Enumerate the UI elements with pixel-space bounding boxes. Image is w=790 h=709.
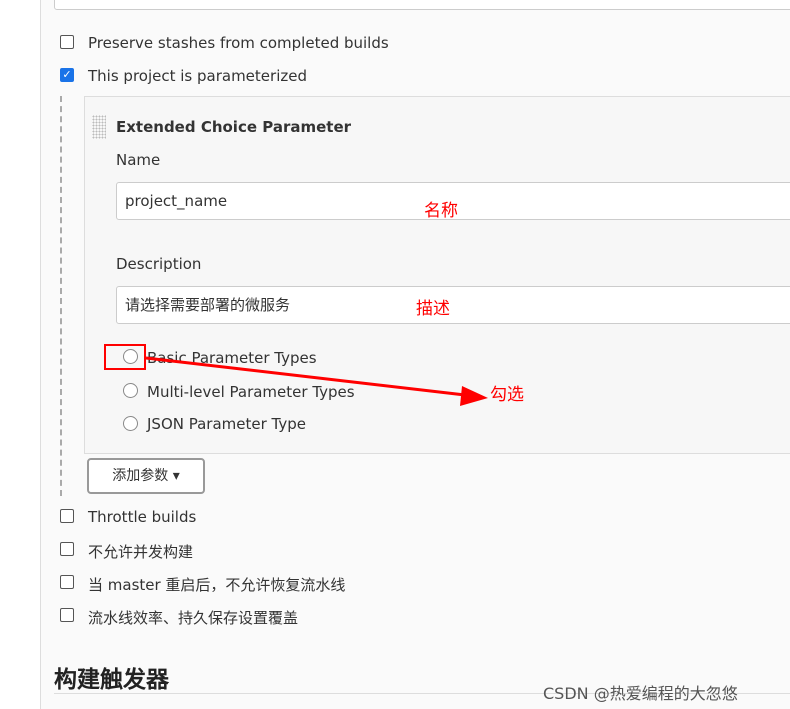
radio-multilevel[interactable] [123,383,138,398]
annotation-arrow-icon [145,356,488,406]
description-input[interactable]: 请选择需要部署的微服务 [116,286,790,324]
radio-json-label: JSON Parameter Type [147,415,307,433]
annotation-select: 勾选 [490,385,524,405]
radio-json[interactable] [123,416,138,431]
drag-handle-icon[interactable] [92,115,106,139]
section-title: 构建触发器 [54,667,169,693]
dashed-guide [60,96,62,496]
name-label: Name [116,151,161,169]
parameter-title: Extended Choice Parameter [116,118,352,136]
no-concurrent-checkbox[interactable] [60,542,74,556]
parameterized-checkbox[interactable]: ✓ [60,68,74,82]
throttle-checkbox[interactable] [60,509,74,523]
description-label: Description [116,255,202,273]
top-input-bottom [54,0,790,10]
annotation-description: 描述 [416,299,450,319]
preserve-stashes-checkbox[interactable] [60,35,74,49]
add-parameter-label: 添加参数 [112,468,169,484]
durability-label: 流水线效率、持久保存设置覆盖 [88,609,299,627]
durability-checkbox[interactable] [60,608,74,622]
add-parameter-button[interactable]: 添加参数 ▾ [87,458,205,494]
no-concurrent-label: 不允许并发构建 [88,543,194,561]
preserve-stashes-label: Preserve stashes from completed builds [88,34,389,52]
annotation-name: 名称 [424,201,458,221]
caret-down-icon: ▾ [172,468,180,484]
throttle-label: Throttle builds [88,508,197,526]
parameterized-label: This project is parameterized [88,67,307,85]
watermark: CSDN @热爱编程的大忽悠 [543,684,738,703]
no-resume-label: 当 master 重启后，不允许恢复流水线 [88,576,346,594]
no-resume-checkbox[interactable] [60,575,74,589]
